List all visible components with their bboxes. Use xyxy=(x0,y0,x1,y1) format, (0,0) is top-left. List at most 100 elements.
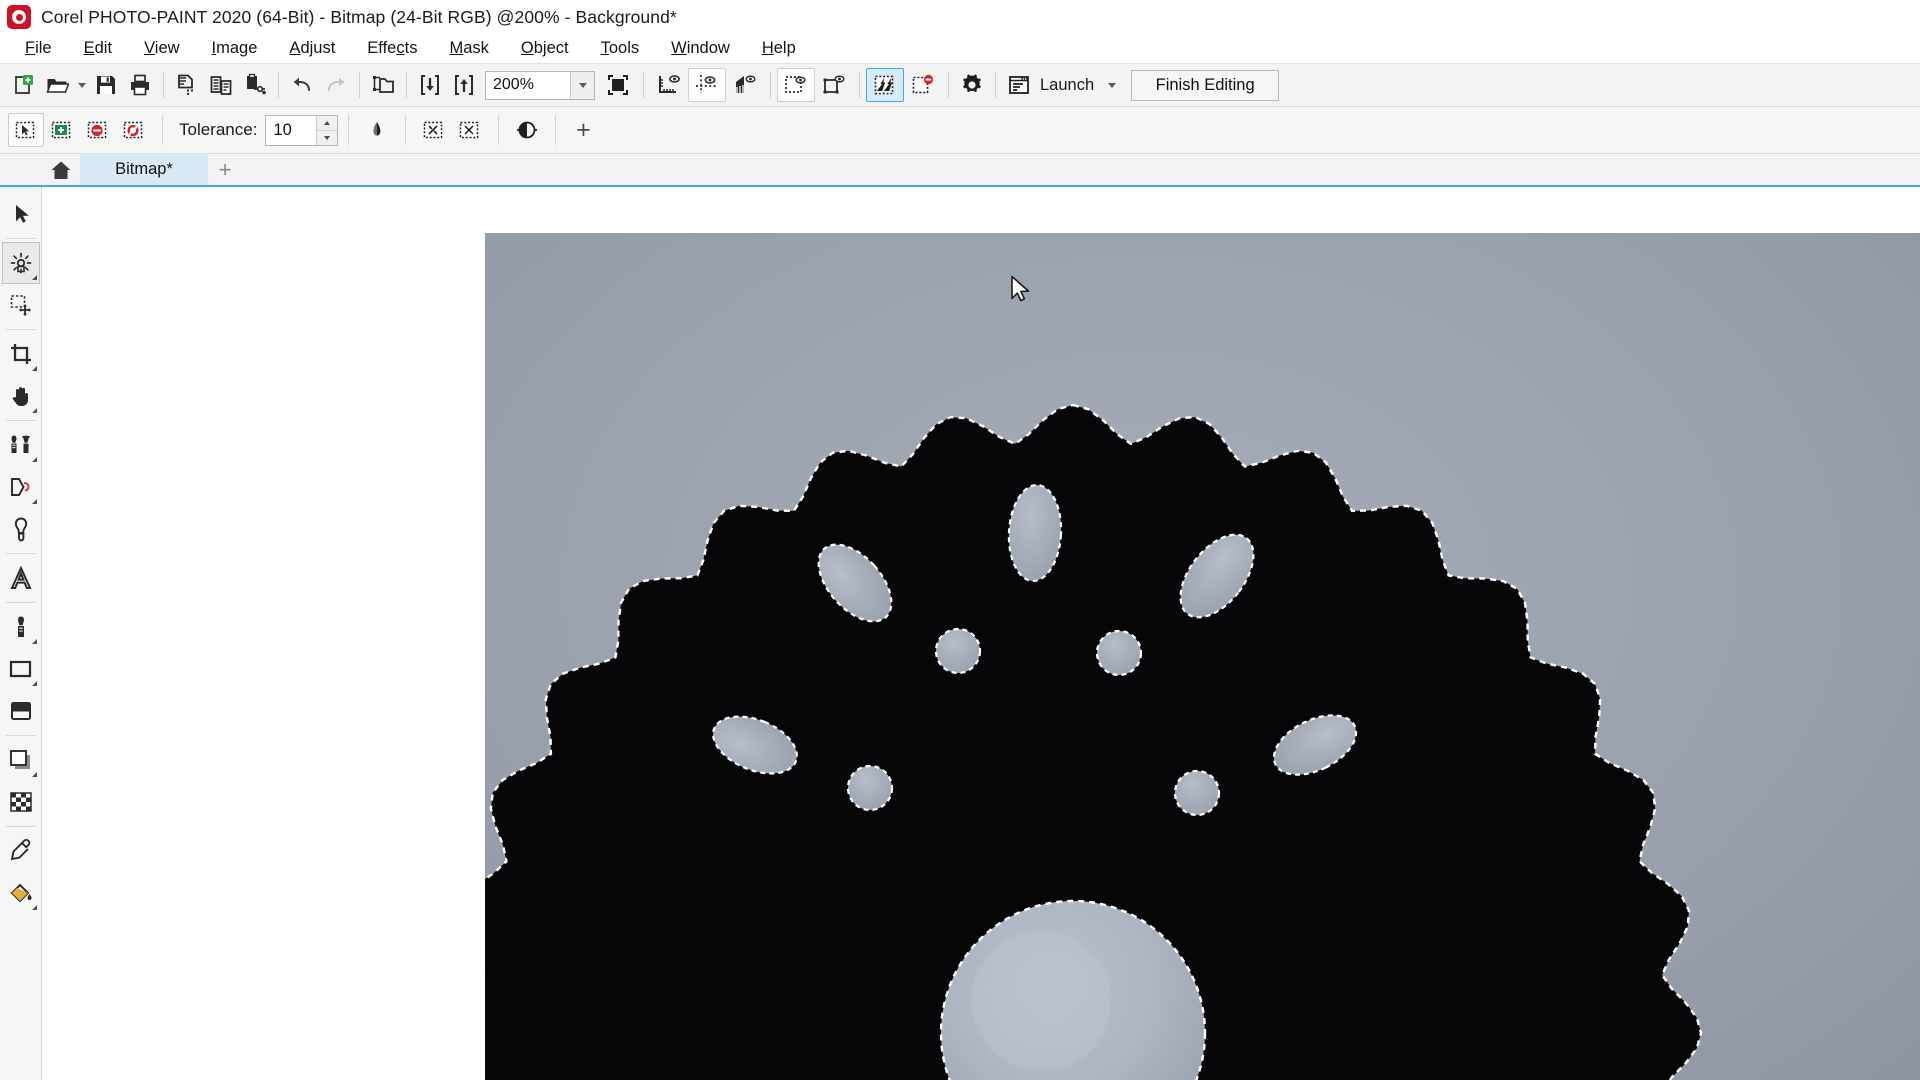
mask-mode-xor-button[interactable] xyxy=(116,113,152,147)
flyout-arrow-icon[interactable] xyxy=(31,639,37,644)
menu-file[interactable]: File xyxy=(9,36,68,61)
show-mask-button[interactable] xyxy=(777,68,815,102)
tool-paint-bucket[interactable] xyxy=(2,872,40,914)
tool-clone[interactable] xyxy=(2,508,40,550)
flyout-arrow-icon[interactable] xyxy=(31,275,37,280)
toolbox-divider-1 xyxy=(5,238,36,239)
tool-rectangle[interactable] xyxy=(2,648,40,690)
menu-help[interactable]: Help xyxy=(746,36,812,61)
cut-button[interactable] xyxy=(170,68,204,102)
tool-mask-transform[interactable] xyxy=(1,242,40,284)
fit-window-button[interactable] xyxy=(599,68,637,102)
zoom-dropdown-arrow[interactable] xyxy=(570,71,594,99)
document-tab-bar: Bitmap* + xyxy=(0,154,1920,187)
toolbar-separator-7 xyxy=(859,72,860,98)
menu-view[interactable]: View xyxy=(128,36,195,61)
menu-tools[interactable]: Tools xyxy=(585,36,656,61)
import-button[interactable] xyxy=(413,68,447,102)
redo-button[interactable] xyxy=(319,68,353,102)
zoom-level-value[interactable]: 200% xyxy=(486,72,570,99)
toolbar-separator-9 xyxy=(995,72,996,98)
menu-object[interactable]: Object xyxy=(505,36,585,61)
options-button[interactable] xyxy=(955,68,989,102)
add-property-button[interactable]: + xyxy=(566,113,600,147)
mask-mode-additive-button[interactable] xyxy=(44,113,80,147)
new-tab-button[interactable]: + xyxy=(208,154,242,185)
mask-clip-button[interactable] xyxy=(416,113,452,147)
toolbox-divider-6 xyxy=(5,735,36,736)
flyout-arrow-icon[interactable] xyxy=(31,499,37,504)
flyout-arrow-icon[interactable] xyxy=(31,366,37,371)
tool-eyedropper-pair[interactable] xyxy=(2,424,40,466)
bitmap-image[interactable] xyxy=(485,233,1920,1080)
tool-text[interactable] xyxy=(2,557,40,599)
menu-image[interactable]: Image xyxy=(196,36,274,61)
finish-editing-button[interactable]: Finish Editing xyxy=(1131,69,1280,101)
document-tab-bitmap[interactable]: Bitmap* xyxy=(80,154,208,185)
property-separator-3 xyxy=(405,115,407,145)
open-dropdown-arrow[interactable] xyxy=(74,68,89,102)
flyout-arrow-icon[interactable] xyxy=(31,772,37,777)
toolbar-separator-3 xyxy=(359,72,360,98)
tool-mask-selection[interactable] xyxy=(2,284,40,326)
zoom-level-combobox[interactable]: 200% xyxy=(485,70,595,100)
new-button[interactable] xyxy=(6,68,40,102)
launch-label[interactable]: Launch xyxy=(1036,76,1104,95)
menu-edit[interactable]: Edit xyxy=(68,36,128,61)
tool-pick[interactable] xyxy=(2,193,40,235)
canvas-area[interactable] xyxy=(42,187,1920,1080)
mask-mode-subtractive-button[interactable] xyxy=(80,113,116,147)
save-button[interactable] xyxy=(89,68,123,102)
tool-shadow[interactable] xyxy=(2,739,40,781)
show-object-border-button[interactable] xyxy=(815,68,853,102)
tolerance-decrease-button[interactable] xyxy=(317,129,338,145)
launch-group: Launch xyxy=(1002,68,1119,102)
flyout-arrow-icon[interactable] xyxy=(31,681,37,686)
tolerance-value[interactable]: 10 xyxy=(266,116,316,145)
title-bar: Corel PHOTO-PAINT 2020 (64-Bit) - Bitmap… xyxy=(0,0,1920,34)
mask-expand-button[interactable] xyxy=(452,113,488,147)
tolerance-increase-button[interactable] xyxy=(317,115,338,130)
paste-button[interactable] xyxy=(238,68,272,102)
tool-color-picker[interactable] xyxy=(2,830,40,872)
tool-crop[interactable] xyxy=(2,333,40,375)
launch-dropdown-arrow[interactable] xyxy=(1104,68,1119,102)
show-guidelines-button[interactable] xyxy=(726,68,764,102)
print-button[interactable] xyxy=(123,68,157,102)
flyout-arrow-icon[interactable] xyxy=(31,408,37,413)
mask-overlay-toggle[interactable] xyxy=(509,113,545,147)
mask-overlay-button[interactable] xyxy=(866,68,904,102)
tool-fill[interactable] xyxy=(2,690,40,732)
menu-window[interactable]: Window xyxy=(655,36,746,61)
workspace xyxy=(0,187,1920,1080)
home-tab[interactable] xyxy=(42,154,80,185)
tool-paint[interactable] xyxy=(2,606,40,648)
launch-window-icon[interactable] xyxy=(1002,68,1036,102)
tool-transparency[interactable] xyxy=(2,781,40,823)
anti-aliasing-button[interactable] xyxy=(359,113,395,147)
toolbox-divider-3 xyxy=(5,420,36,421)
toolbar-separator-4 xyxy=(406,72,407,98)
tolerance-spinner[interactable]: 10 xyxy=(265,114,339,146)
tool-pan[interactable] xyxy=(2,375,40,417)
publish-button[interactable] xyxy=(366,68,400,102)
property-separator-2 xyxy=(348,115,350,145)
flyout-arrow-icon[interactable] xyxy=(31,457,37,462)
remove-mask-button[interactable] xyxy=(904,68,942,102)
flyout-arrow-icon[interactable] xyxy=(31,905,37,910)
mask-mode-normal-button[interactable] xyxy=(8,113,44,147)
copy-button[interactable] xyxy=(204,68,238,102)
corel-logo-icon xyxy=(7,5,31,29)
menu-adjust[interactable]: Adjust xyxy=(273,36,351,61)
bolt-hole xyxy=(846,764,894,812)
menu-mask[interactable]: Mask xyxy=(433,36,504,61)
export-button[interactable] xyxy=(447,68,481,102)
tool-eraser[interactable] xyxy=(2,466,40,508)
open-button[interactable] xyxy=(40,68,74,102)
toolbox-divider-5 xyxy=(5,602,36,603)
show-grid-button[interactable] xyxy=(688,68,726,102)
toolbox xyxy=(0,187,42,1080)
undo-button[interactable] xyxy=(285,68,319,102)
show-rulers-button[interactable] xyxy=(650,68,688,102)
menu-effects[interactable]: Effects xyxy=(351,36,433,61)
